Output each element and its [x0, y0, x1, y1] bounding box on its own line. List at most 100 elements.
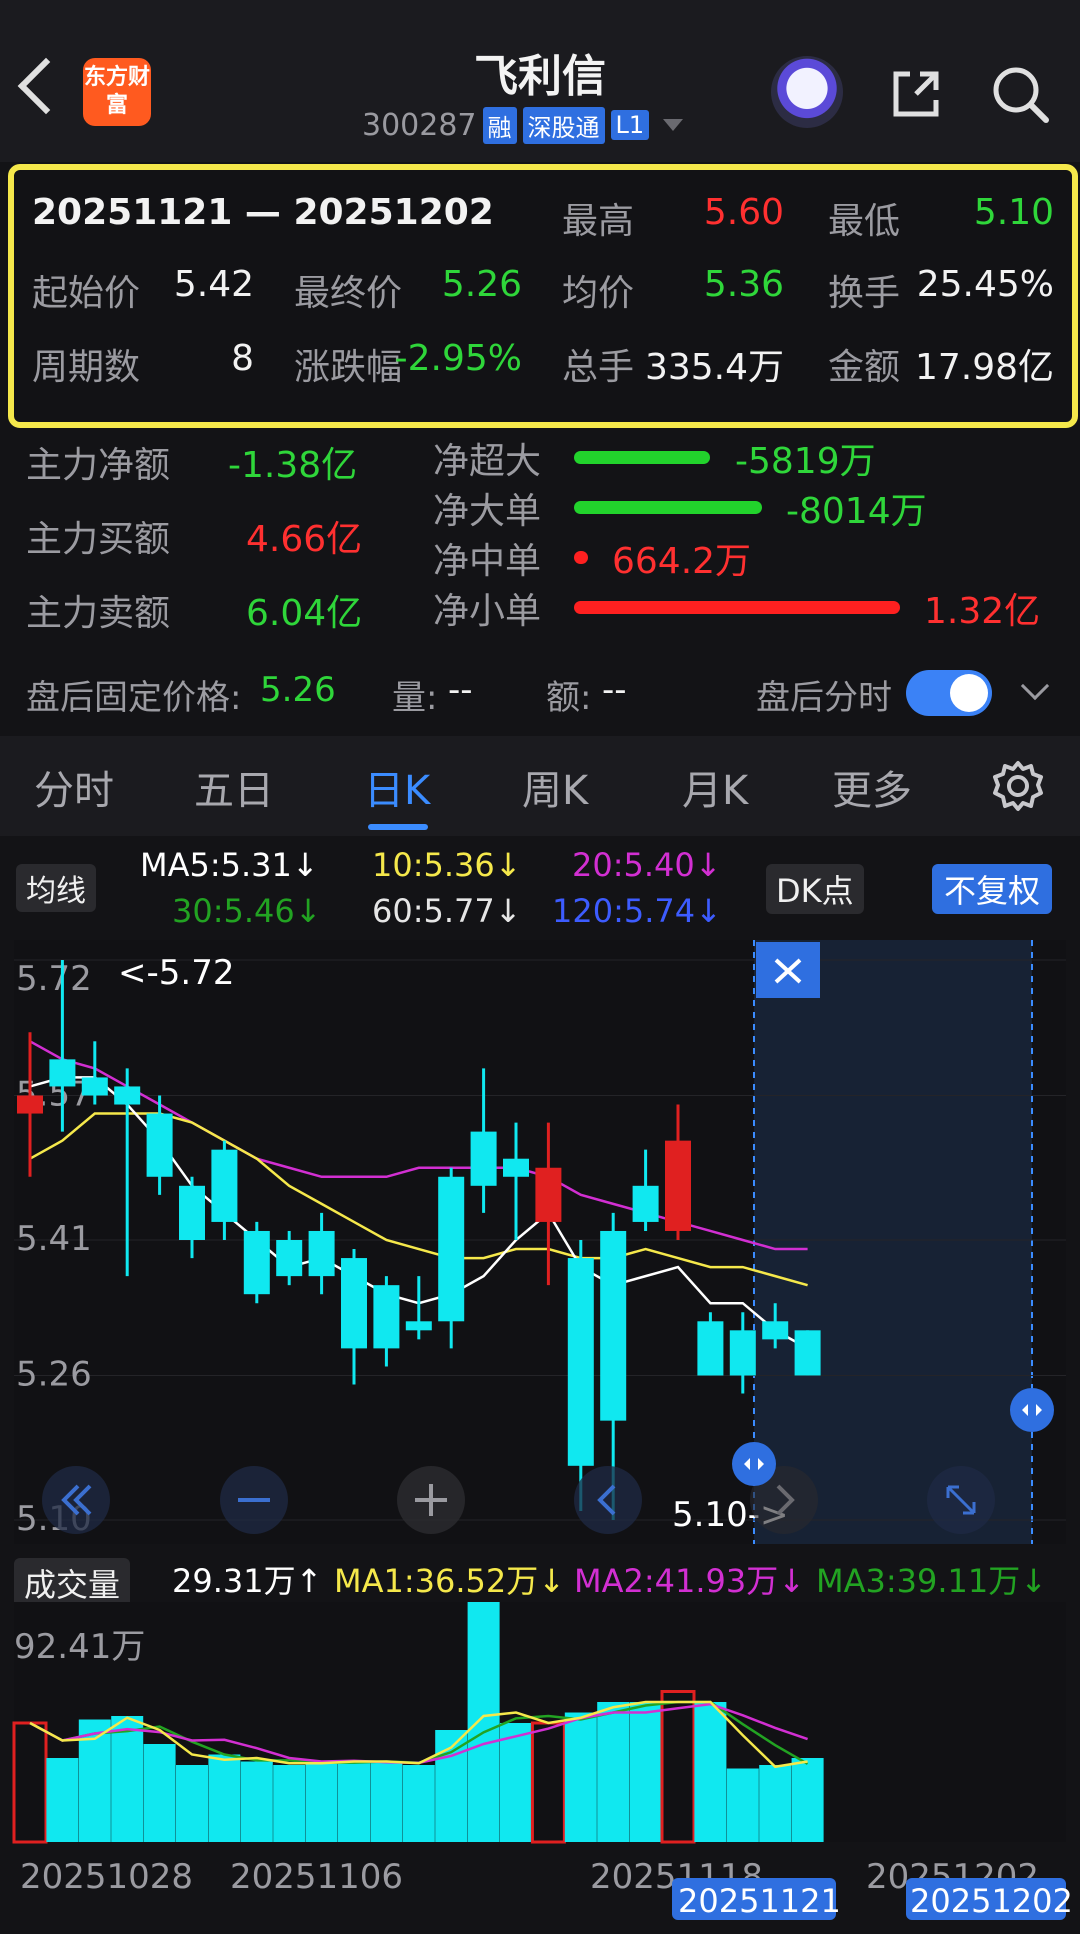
- tag-connect: 深股通: [522, 106, 605, 144]
- tab-monthly-k[interactable]: 月K: [682, 758, 748, 816]
- volume-bar[interactable]: [370, 1761, 403, 1843]
- x-tick-label: 20251028: [20, 1857, 193, 1897]
- candle-body[interactable]: [211, 1149, 238, 1222]
- candle-body[interactable]: [503, 1158, 529, 1177]
- amount-label: 金额: [828, 347, 901, 388]
- net-super-bar: [574, 451, 710, 464]
- volume-bar[interactable]: [564, 1712, 597, 1843]
- candle-body[interactable]: [405, 1321, 432, 1331]
- candle-body[interactable]: [697, 1321, 724, 1376]
- vol-ma3: MA3:39.11万↓: [816, 1562, 1048, 1600]
- candle-body[interactable]: [146, 1113, 173, 1177]
- y-tick-label: 5.41: [16, 1219, 92, 1259]
- y-tick-label: 5.26: [16, 1354, 92, 1394]
- volume-bar[interactable]: [402, 1765, 435, 1842]
- dk-point-button[interactable]: DK点: [766, 864, 864, 914]
- range-start-handle[interactable]: [732, 1442, 776, 1486]
- low-value: 5.10: [973, 192, 1054, 233]
- main-buy-value: 4.66亿: [246, 519, 363, 560]
- net-super-value: -5819万: [735, 441, 876, 482]
- turnover-label: 换手: [828, 273, 901, 314]
- range-end-date: 20251202: [910, 1882, 1073, 1920]
- volume-bar[interactable]: [467, 1602, 500, 1842]
- ma30-value: 30:5.46↓: [172, 892, 322, 930]
- volume-selector[interactable]: 成交量: [14, 1558, 131, 1608]
- step-back-button[interactable]: [574, 1466, 642, 1534]
- volume-bar[interactable]: [46, 1758, 79, 1842]
- ma120-value: 120:5.74↓: [552, 892, 722, 930]
- after-vol-value: --: [448, 670, 473, 710]
- volume-bar[interactable]: [176, 1765, 208, 1842]
- volume-max-label: 92.41万: [14, 1627, 145, 1667]
- candle-body[interactable]: [438, 1176, 465, 1322]
- low-label: 最低: [828, 201, 901, 242]
- share-icon[interactable]: [888, 66, 944, 122]
- volume-bar[interactable]: [694, 1702, 727, 1842]
- volume-bar[interactable]: [111, 1716, 144, 1842]
- tab-five-day[interactable]: 五日: [194, 758, 274, 816]
- volume-bar[interactable]: [273, 1765, 306, 1842]
- ma-legend: 均线 MA5:5.31↓ 10:5.36↓ 20:5.40↓ 30:5.46↓ …: [0, 840, 1080, 940]
- after-intraday-toggle[interactable]: [906, 670, 992, 716]
- dropdown-icon[interactable]: [663, 119, 684, 131]
- assistant-robot-icon[interactable]: [771, 56, 843, 128]
- volume-bar[interactable]: [208, 1754, 241, 1843]
- stock-subline: 300287 融 深股通 L1: [362, 106, 684, 144]
- main-buy-label: 主力买额: [26, 519, 171, 560]
- candle-body[interactable]: [567, 1258, 594, 1466]
- candle-body[interactable]: [49, 1059, 76, 1087]
- net-large-label: 净大单: [433, 491, 542, 532]
- candle-body[interactable]: [341, 1258, 367, 1349]
- candle-body[interactable]: [81, 1077, 108, 1096]
- tab-daily-k[interactable]: 日K: [364, 758, 430, 816]
- vol-ma1: MA1:36.52万↓: [334, 1562, 566, 1600]
- volume-value: 29.31万↑: [172, 1562, 323, 1600]
- candle-body[interactable]: [665, 1140, 691, 1231]
- volume-bar[interactable]: [305, 1761, 338, 1843]
- candle-body[interactable]: [308, 1230, 335, 1277]
- turnover-value: 25.45%: [916, 264, 1054, 305]
- volume-bar[interactable]: [759, 1765, 792, 1842]
- candlestick-chart[interactable]: 5.725.575.415.265.10 <-5.725.10->: [0, 940, 1080, 1550]
- candle-body[interactable]: [535, 1167, 562, 1222]
- tab-intraday[interactable]: 分时: [34, 758, 114, 816]
- candle-body[interactable]: [470, 1131, 497, 1186]
- candle-body[interactable]: [632, 1185, 659, 1222]
- volume-chart[interactable]: 92.41万 20251028 20251106 20251118 202512022…: [0, 1602, 1080, 1934]
- candle-body[interactable]: [179, 1185, 205, 1240]
- candle-body[interactable]: [729, 1330, 756, 1376]
- volume-bar[interactable]: [500, 1723, 532, 1842]
- search-icon[interactable]: [990, 64, 1050, 124]
- candle-body[interactable]: [243, 1230, 270, 1295]
- volume-bar[interactable]: [143, 1744, 176, 1842]
- main-sell-value: 6.04亿: [246, 593, 363, 634]
- candle-body[interactable]: [762, 1321, 789, 1340]
- volume-bar[interactable]: [338, 1761, 370, 1843]
- no-adjust-button[interactable]: 不复权: [932, 864, 1053, 914]
- candle-body[interactable]: [17, 1095, 43, 1114]
- tag-margin: 融: [482, 106, 517, 144]
- volume-bar[interactable]: [629, 1702, 662, 1842]
- ma5-value: MA5:5.31↓: [140, 846, 319, 884]
- candle-body[interactable]: [373, 1285, 400, 1349]
- volume-bar[interactable]: [597, 1702, 630, 1842]
- ma-selector[interactable]: 均线: [16, 864, 96, 912]
- interval-summary: 20251121 — 20251202 最高 5.60 最低 5.10 起始价 …: [8, 164, 1078, 428]
- gear-icon[interactable]: [992, 760, 1044, 812]
- candle-body[interactable]: [276, 1240, 303, 1277]
- change-label: 涨跌幅: [294, 347, 403, 388]
- volume-bar[interactable]: [240, 1761, 273, 1843]
- candle-body[interactable]: [114, 1086, 141, 1105]
- volume-bar[interactable]: [791, 1758, 824, 1842]
- range-end-handle[interactable]: [1010, 1388, 1054, 1432]
- fixed-price-label: 盘后固定价格:: [26, 678, 242, 718]
- tab-weekly-k[interactable]: 周K: [522, 758, 588, 816]
- selected-range-highlight: [754, 940, 1032, 1544]
- candle-body[interactable]: [794, 1330, 821, 1376]
- candle-body[interactable]: [600, 1230, 627, 1421]
- net-super-label: 净超大: [433, 441, 542, 482]
- tab-more[interactable]: 更多: [832, 758, 912, 816]
- ma10-value: 10:5.36↓: [372, 846, 522, 884]
- volume-bar[interactable]: [726, 1768, 759, 1843]
- range-start-date: 20251121: [678, 1882, 841, 1920]
